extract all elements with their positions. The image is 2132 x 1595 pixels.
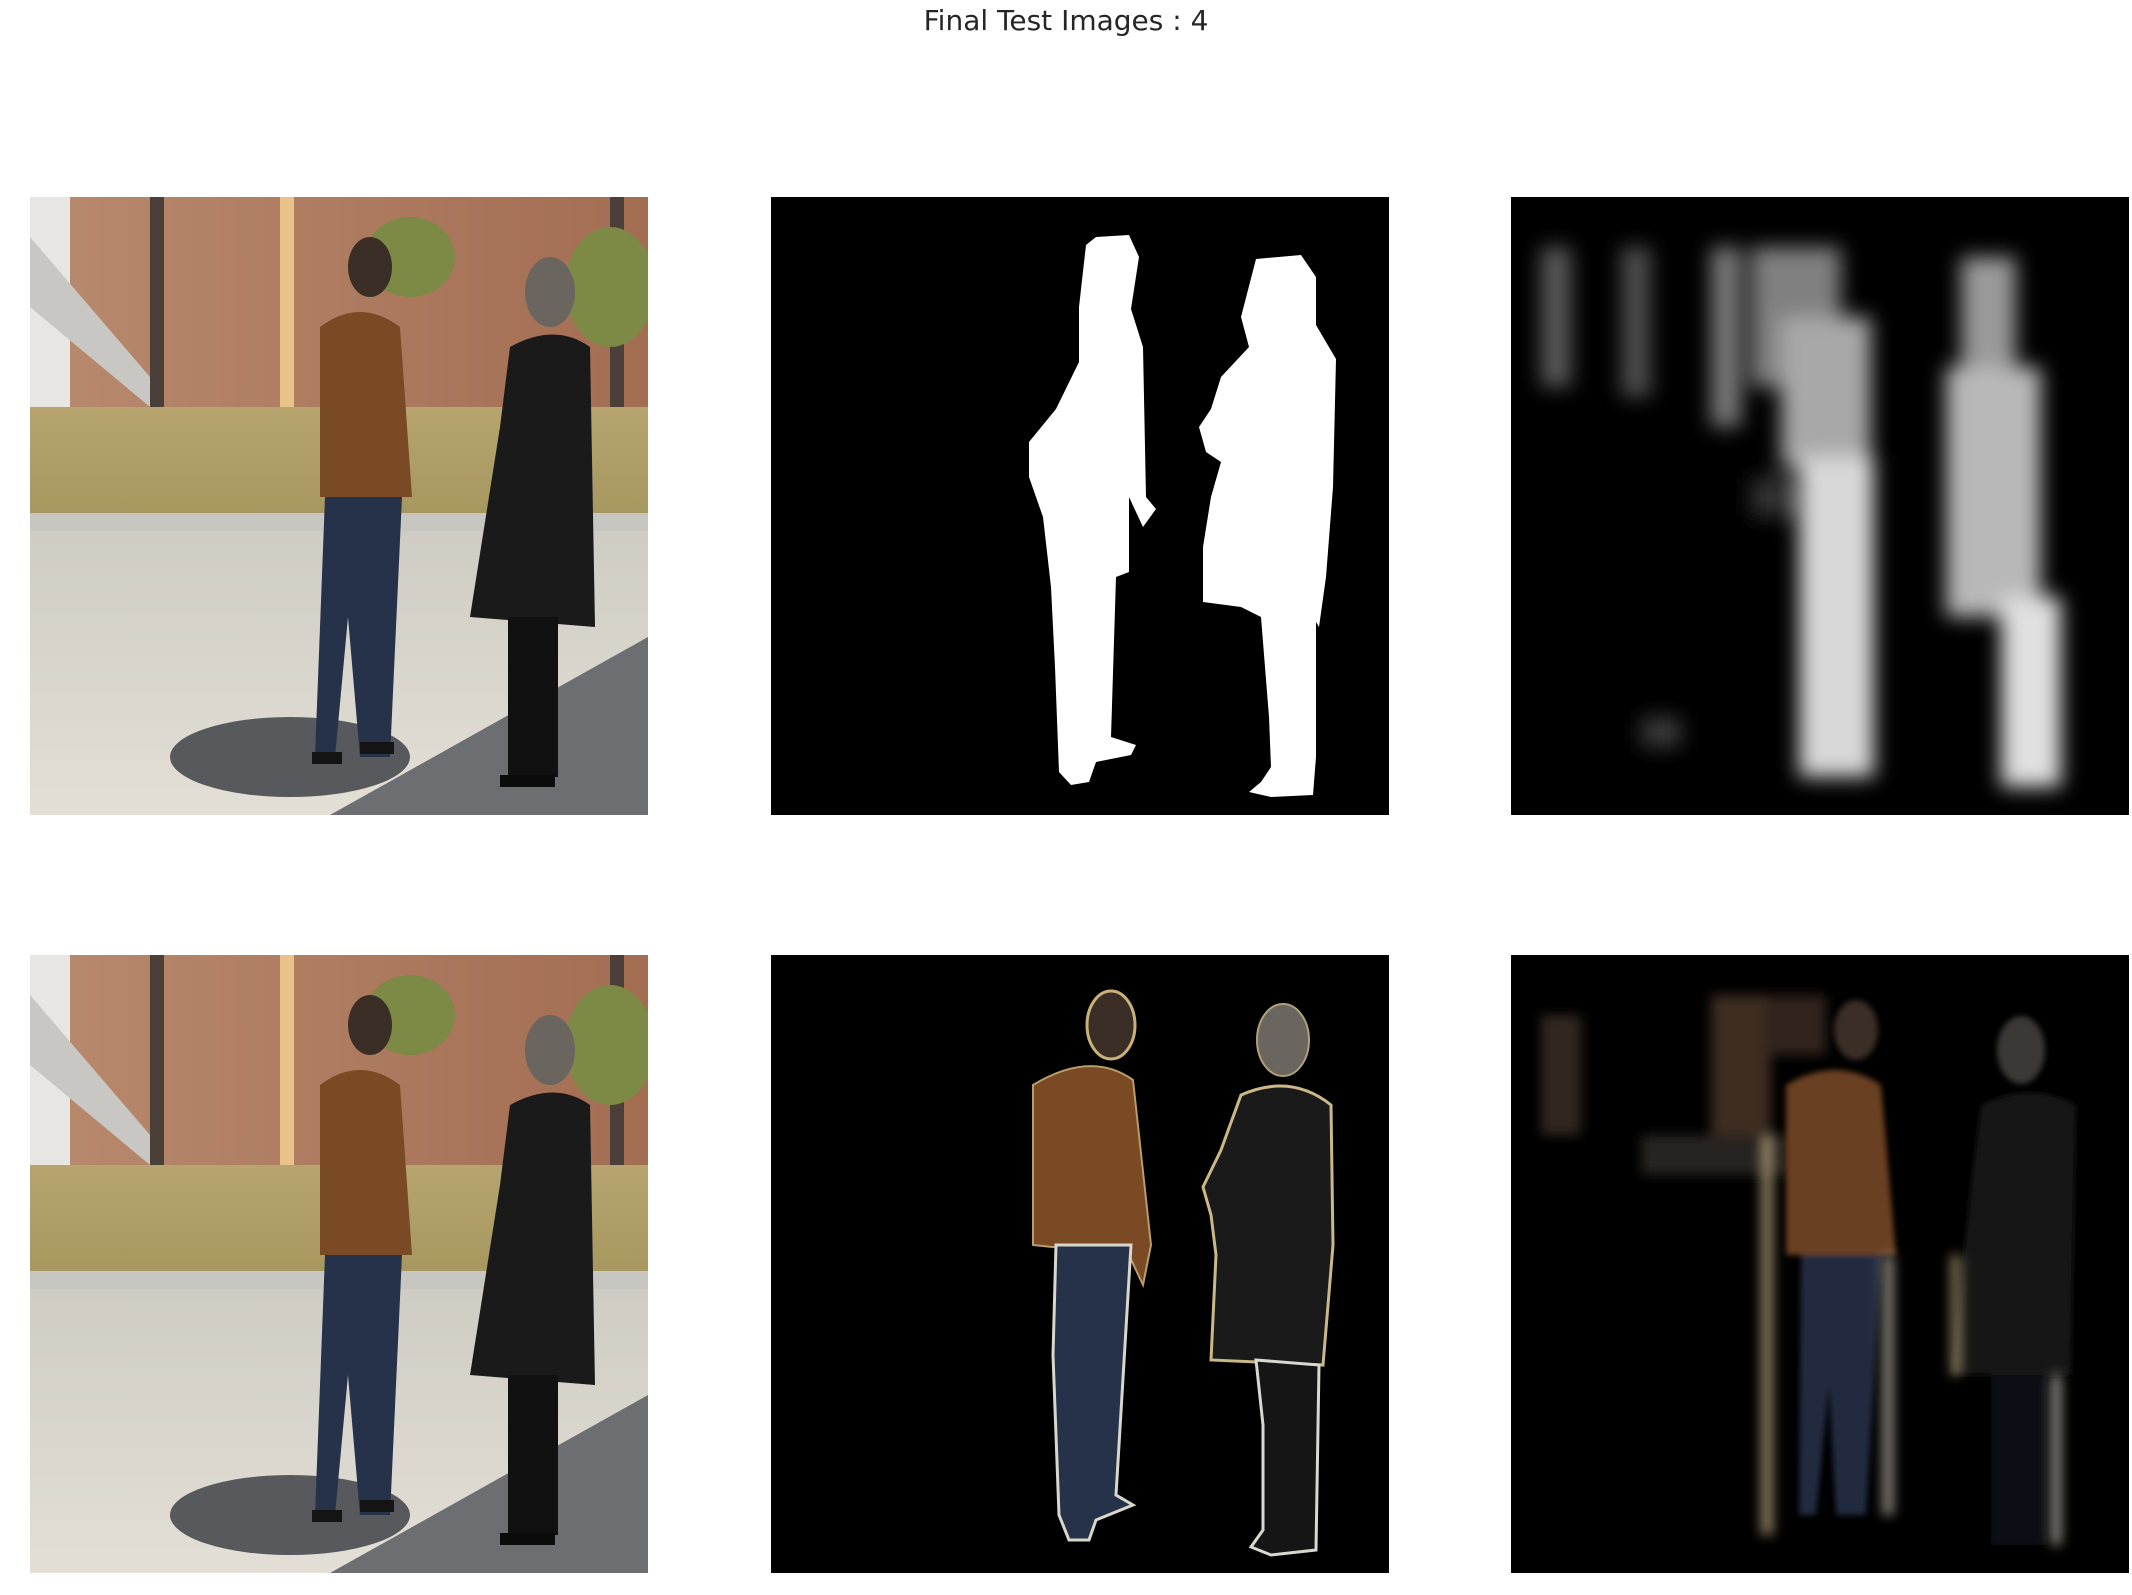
- input-photo: [30, 197, 648, 815]
- ground-truth-mask-panel: [771, 197, 1389, 815]
- ground-truth-masked-image-panel: [771, 955, 1389, 1573]
- predicted-masked-image-panel: [1511, 955, 2129, 1573]
- predicted-mask: [1511, 197, 2129, 815]
- ground-truth-masked-image: [771, 955, 1389, 1573]
- input-photo-2: [30, 955, 648, 1573]
- predicted-mask-panel: [1511, 197, 2129, 815]
- figure-title: Final Test Images : 4: [923, 4, 1209, 37]
- predicted-masked-image: [1511, 955, 2129, 1573]
- input-image-panel-2: [30, 955, 648, 1573]
- ground-truth-mask: [771, 197, 1389, 815]
- input-image-panel: [30, 197, 648, 815]
